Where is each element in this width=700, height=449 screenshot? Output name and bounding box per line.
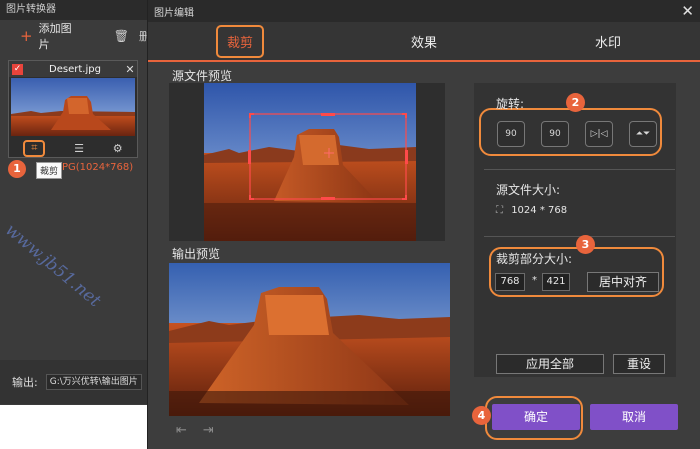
apply-all-button[interactable]: 应用全部 [496,354,604,374]
converter-title: 图片转换器 [0,0,150,20]
crop-size-separator: * [532,275,537,286]
first-page-icon[interactable]: ⇤ [176,423,187,438]
source-preview [169,83,445,241]
rotate-cw-icon: 90 [549,129,561,139]
size-icon: ⛶ [496,205,503,216]
output-image [169,263,450,416]
rotate-label: 旋转: [496,97,525,111]
checkbox-checked-icon[interactable]: ✓ [12,63,23,75]
file-card-tools: ⌗ ☰ ⚙ [9,139,137,157]
step-badge-4: 4 [472,406,491,425]
crop-size-label: 裁剪部分大小: [496,252,573,266]
last-page-icon[interactable]: ⇥ [203,423,214,438]
crop-height-input[interactable]: 421 [542,273,570,291]
tab-effects[interactable]: 效果 [332,22,516,60]
step-badge-2: 2 [566,93,585,112]
crop-width-input[interactable]: 768 [495,273,525,291]
file-name: Desert.jpg [49,63,101,75]
converter-toolbar: + 添加图片 🗑 删 [0,20,150,52]
step-badge-1: 1 [8,160,26,178]
preview-nav: ⇤ ⇥ [176,423,214,438]
center-align-button[interactable]: 居中对齐 [587,272,659,292]
output-path-field[interactable]: G:\万兴优转\输出图片 [45,374,142,390]
tab-crop[interactable]: 裁剪 [148,22,332,60]
source-size-label: 源文件大小: [496,183,561,197]
crop-tooltip: 裁剪 [36,162,63,179]
rotate-ccw-icon: 90 [505,129,517,139]
flip-horizontal-icon: ▷|◁ [590,129,608,139]
output-label: 输出: [12,376,38,389]
output-preview [169,263,450,416]
crop-icon[interactable]: ⌗ [23,139,46,157]
source-size-row: ⛶ 1024 * 768 [496,205,567,216]
step-badge-3: 3 [576,235,595,254]
add-icon[interactable]: + [20,28,33,44]
file-card-header: ✓ Desert.jpg ✕ [9,61,137,77]
gear-icon[interactable]: ⚙ [113,142,123,155]
file-resolution: PG(1024*768) [62,162,134,173]
converter-window: 图片转换器 + 添加图片 🗑 删 ✓ Desert.jpg ✕ ⌗ ☰ ⚙ 1 … [0,0,150,405]
ok-button[interactable]: 确定 [492,404,580,430]
cancel-button[interactable]: 取消 [590,404,678,430]
flip-vertical-icon: ⏶⏷ [635,129,651,139]
divider [484,169,675,170]
tab-watermark[interactable]: 水印 [516,22,700,60]
trash-icon[interactable]: 🗑 [114,29,129,43]
rotate-ccw-button[interactable]: 90 [497,121,525,147]
editor-tabs: 裁剪 效果 水印 [148,22,700,62]
output-preview-label: 输出预览 [172,247,221,261]
close-icon[interactable]: ✕ [681,3,694,19]
source-size-value: 1024 * 768 [511,205,568,216]
add-image-button[interactable]: 添加图片 [39,20,82,52]
reset-button[interactable]: 重设 [613,354,665,374]
flip-horizontal-button[interactable]: ▷|◁ [585,121,613,147]
close-icon[interactable]: ✕ [123,63,137,76]
tab-crop-label: 裁剪 [215,24,264,58]
source-preview-label: 源文件预览 [172,69,233,83]
dialog-titlebar: 图片编辑 ✕ [148,0,700,22]
settings-sliders-icon[interactable]: ☰ [74,142,84,155]
rotate-cw-button[interactable]: 90 [541,121,569,147]
flip-vertical-button[interactable]: ⏶⏷ [629,121,657,147]
file-thumbnail [11,78,135,136]
output-bar: 输出: G:\万兴优转\输出图片 [0,360,150,404]
dialog-title: 图片编辑 [154,7,194,19]
file-card[interactable]: ✓ Desert.jpg ✕ ⌗ ☰ ⚙ [8,60,138,158]
image-editor-dialog: 图片编辑 ✕ 裁剪 效果 水印 源文件预览 输出预览 ⇤ ⇥ 旋转: 2 90 … [147,0,700,449]
source-image[interactable] [169,83,445,241]
